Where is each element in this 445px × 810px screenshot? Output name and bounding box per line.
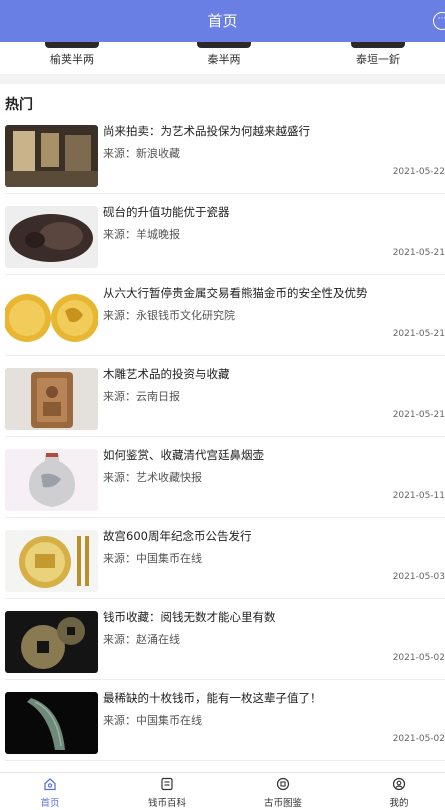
article-image [5,206,98,268]
source-name: 赵涌在线 [136,633,180,646]
coin-category-label: 榆荚半两 [50,53,94,66]
source-name: 中国集币在线 [136,552,202,565]
article-item[interactable]: 尚来拍卖：为艺术品投保为何越来越盛行 来源：新浪收藏 2021-05-22 [0,113,445,194]
source-label: 来源： [103,714,136,727]
source-label: 来源： [103,471,136,484]
source-label: 来源： [103,390,136,403]
article-image [5,449,98,511]
coin-category-item[interactable]: 秦半两 [164,42,284,67]
article-headline: 尚来拍卖：为艺术品投保为何越来越盛行 [103,124,310,138]
article-item[interactable]: 如何鉴赏、收藏清代宫廷鼻烟壶 来源：艺术收藏快报 2021-05-11 [0,437,445,518]
tab-mine[interactable]: 我的 [354,777,444,809]
article-headline: 如何鉴赏、收藏清代宫廷鼻烟壶 [103,448,264,462]
article-item[interactable]: 砚台的升值功能优于瓷器 来源：羊城晚报 2021-05-21 [0,194,445,275]
divider [5,760,445,761]
article-item[interactable]: 最稀缺的十枚钱币，能有一枚这辈子值了！ 来源：中国集币在线 2021-05-02 [0,680,445,761]
article-source: 来源：羊城晚报 [103,226,180,242]
article-source: 来源：永银钱币文化研究院 [103,307,235,323]
home-icon [44,778,56,791]
top-bar: 首页 ··· [0,0,445,42]
coin-category-strip: 榆荚半两 秦半两 泰垣一釿 [0,42,445,74]
article-item[interactable]: 故宫600周年纪念币公告发行 来源：中国集币在线 2021-05-03 [0,518,445,599]
coin-icon [276,777,290,791]
article-headline: 从六大行暂停贵金属交易看熊猫金币的安全性及优势 [103,286,368,300]
coin-category-label: 泰垣一釿 [356,53,400,66]
tab-label: 首页 [40,798,60,809]
section-gap [0,74,445,84]
source-name: 新浪收藏 [136,147,180,160]
source-label: 来源： [103,147,136,160]
more-icon[interactable]: ··· [433,12,445,30]
article-date: 2021-05-02 [392,653,445,663]
article-source: 来源：中国集币在线 [103,712,202,728]
article-image [5,125,98,187]
article-image [5,692,98,754]
article-headline: 砚台的升值功能优于瓷器 [103,205,230,219]
article-item[interactable]: 木雕艺术品的投资与收藏 来源：云南日报 2021-05-21 [0,356,445,437]
article-source: 来源：赵涌在线 [103,631,180,647]
coin-thumbnail [197,42,251,48]
source-name: 永银钱币文化研究院 [136,309,235,322]
source-name: 羊城晚报 [136,228,180,241]
article-image [5,611,98,673]
coin-category-item[interactable]: 泰垣一釿 [318,42,438,67]
book-icon [161,777,173,791]
article-headline: 木雕艺术品的投资与收藏 [103,367,230,381]
article-headline: 钱币收藏：阅钱无数才能心里有数 [103,610,276,624]
tab-label: 钱币百科 [147,798,186,809]
article-image [5,368,98,430]
source-label: 来源： [103,552,136,565]
user-icon [392,777,406,791]
article-source: 来源：云南日报 [103,388,180,404]
article-date: 2021-05-21 [392,248,445,258]
article-image [5,287,98,349]
article-source: 来源：艺术收藏快报 [103,469,202,485]
tab-label: 古币图鉴 [263,798,302,809]
article-image [5,530,98,592]
coin-category-label: 秦半两 [207,53,241,66]
coin-thumbnail [351,42,405,48]
article-item[interactable]: 从六大行暂停贵金属交易看熊猫金币的安全性及优势 来源：永银钱币文化研究院 202… [0,275,445,356]
source-name: 艺术收藏快报 [136,471,202,484]
article-item[interactable]: 钱币收藏：阅钱无数才能心里有数 来源：赵涌在线 2021-05-02 [0,599,445,680]
bottom-tab-bar: 首页 钱币百科 古币图鉴 我的 [0,772,445,810]
coin-thumbnail [45,42,99,48]
article-date: 2021-05-02 [392,734,445,744]
section-title: 热门 [5,97,33,113]
article-date: 2021-05-22 [392,167,445,177]
article-source: 来源：新浪收藏 [103,145,180,161]
tab-encyclopedia[interactable]: 钱币百科 [122,777,212,809]
page-title: 首页 [207,12,238,30]
source-label: 来源： [103,633,136,646]
article-date: 2021-05-11 [392,491,445,501]
article-date: 2021-05-21 [392,410,445,420]
tab-label: 我的 [389,798,409,809]
coin-category-item[interactable]: 榆荚半两 [12,42,132,67]
hot-section: 热门 尚来拍卖：为艺术品投保为何越来越盛行 来源：新浪收藏 2021-05-22… [0,84,445,772]
tab-home[interactable]: 首页 [5,777,95,809]
source-label: 来源： [103,228,136,241]
article-headline: 故宫600周年纪念币公告发行 [103,529,252,543]
source-name: 中国集币在线 [136,714,202,727]
article-date: 2021-05-03 [392,572,445,582]
source-name: 云南日报 [136,390,180,403]
article-date: 2021-05-21 [392,329,445,339]
article-headline: 最稀缺的十枚钱币，能有一枚这辈子值了！ [103,691,322,705]
tab-catalog[interactable]: 古币图鉴 [238,777,328,809]
source-label: 来源： [103,309,136,322]
article-source: 来源：中国集币在线 [103,550,202,566]
